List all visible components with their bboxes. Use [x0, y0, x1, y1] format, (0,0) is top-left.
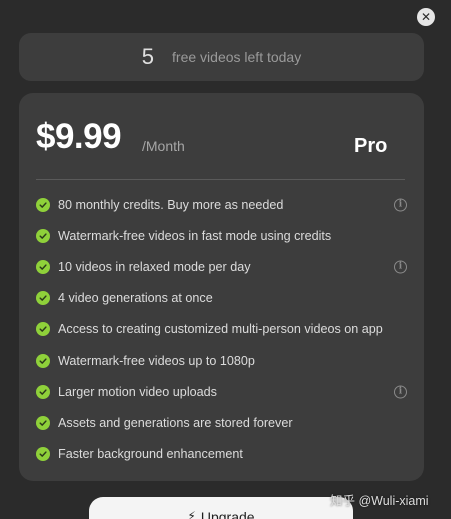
feature-item: 10 videos in relaxed mode per day i	[36, 251, 407, 282]
plan-price: $9.99	[36, 117, 122, 156]
credits-count: 5	[141, 44, 155, 69]
feature-list: 80 monthly credits. Buy more as needed i…	[36, 189, 407, 470]
close-button[interactable]: ✕	[417, 8, 435, 26]
check-icon	[36, 384, 50, 399]
close-icon: ✕	[420, 10, 432, 24]
feature-text: 4 video generations at once	[58, 291, 213, 306]
feature-item: Access to creating customized multi-pers…	[36, 314, 407, 345]
plan-period: /Month	[142, 138, 185, 154]
free-videos-counter: 5 free videos left today	[19, 33, 424, 81]
feature-text: 10 videos in relaxed mode per day	[58, 259, 251, 274]
check-icon	[36, 447, 50, 462]
check-icon	[36, 259, 50, 274]
info-icon[interactable]: i	[394, 260, 407, 274]
pro-plan-card: $9.99 /Month Pro 80 monthly credits. Buy…	[19, 93, 424, 481]
watermark: 知乎 @Wuli-xiami	[330, 494, 429, 508]
check-icon	[36, 228, 50, 243]
feature-text: Access to creating customized multi-pers…	[58, 322, 383, 337]
check-icon	[36, 291, 50, 306]
info-icon[interactable]: i	[394, 385, 407, 399]
feature-item: Larger motion video uploads i	[36, 376, 407, 407]
plan-name: Pro	[354, 135, 388, 157]
upgrade-label: Upgrade	[200, 509, 255, 519]
feature-text: Faster background enhancement	[58, 447, 243, 462]
feature-item: Watermark-free videos in fast mode using…	[36, 220, 407, 251]
feature-item: Faster background enhancement	[36, 439, 407, 470]
check-icon	[36, 353, 50, 368]
lightning-icon: ⚡	[187, 509, 196, 519]
credits-label: free videos left today	[172, 49, 302, 65]
feature-item: 80 monthly credits. Buy more as needed i	[36, 189, 407, 220]
feature-item: Watermark-free videos up to 1080p	[36, 345, 407, 376]
check-icon	[36, 415, 50, 430]
divider	[36, 179, 405, 180]
info-icon[interactable]: i	[394, 198, 407, 212]
feature-text: 80 monthly credits. Buy more as needed	[58, 197, 284, 212]
feature-text: Watermark-free videos in fast mode using…	[58, 228, 332, 243]
feature-text: Assets and generations are stored foreve…	[58, 415, 293, 430]
check-icon	[36, 197, 50, 212]
upgrade-button[interactable]: ⚡ Upgrade	[89, 497, 353, 519]
feature-text: Larger motion video uploads	[58, 384, 217, 399]
check-icon	[36, 322, 50, 337]
feature-item: 4 video generations at once	[36, 283, 407, 314]
feature-text: Watermark-free videos up to 1080p	[58, 353, 255, 368]
feature-item: Assets and generations are stored foreve…	[36, 407, 407, 438]
